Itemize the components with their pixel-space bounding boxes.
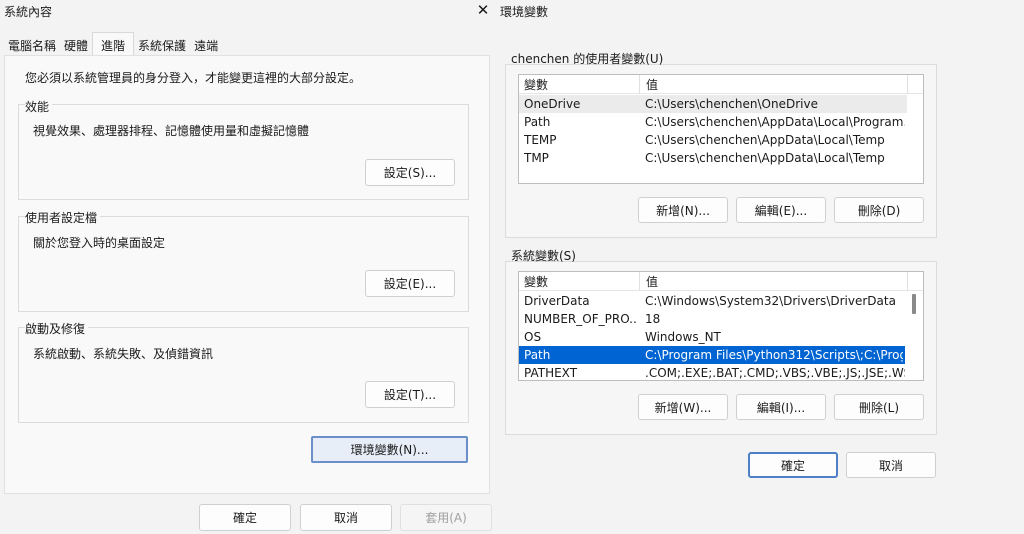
startup-recovery-group <box>18 327 469 423</box>
performance-settings-button[interactable]: 設定(S)... <box>365 159 455 186</box>
startup-recovery-group-title: 啟動及修復 <box>25 320 89 337</box>
tab-system-protection[interactable]: 系統保護 <box>134 34 190 55</box>
list-header: 變數 值 <box>519 75 923 94</box>
variable-name: OS <box>524 330 542 344</box>
variable-name: TMP <box>524 151 549 165</box>
variable-value: C:\Users\chenchen\AppData\Local\Temp <box>645 133 885 147</box>
variable-name: NUMBER_OF_PRO... <box>524 312 636 326</box>
variable-name: Path <box>524 115 551 129</box>
variable-value: C:\Windows\System32\Drivers\DriverData <box>645 294 896 308</box>
list-item[interactable]: TEMP C:\Users\chenchen\AppData\Local\Tem… <box>519 131 907 149</box>
variable-value: C:\Users\chenchen\AppData\Local\Program.… <box>645 115 905 129</box>
variable-name: DriverData <box>524 294 590 308</box>
system-delete-button[interactable]: 刪除(L) <box>834 394 924 420</box>
tab-remote[interactable]: 遠端 <box>190 34 222 55</box>
startup-recovery-description: 系統啟動、系統失敗、及偵錯資訊 <box>33 347 214 361</box>
column-header-value[interactable]: 值 <box>646 273 658 291</box>
system-variables-label: 系統變數(S) <box>511 249 576 263</box>
tab-computer-name[interactable]: 電腦名稱 <box>4 34 60 55</box>
list-item[interactable]: Path C:\Users\chenchen\AppData\Local\Pro… <box>519 113 907 131</box>
tab-strip: 電腦名稱 硬體 進階 系統保護 遠端 <box>4 32 222 55</box>
performance-description: 視覺效果、處理器排程、記憶體使用量和虛擬記憶體 <box>33 124 310 138</box>
performance-group-title: 效能 <box>25 98 53 115</box>
user-profiles-settings-button[interactable]: 設定(E)... <box>365 270 455 297</box>
env-dialog-title: 環境變數 <box>500 5 549 19</box>
user-profiles-group <box>18 216 469 312</box>
user-variables-list[interactable]: 變數 值 OneDrive C:\Users\chenchen\OneDrive… <box>518 74 924 184</box>
tab-hardware[interactable]: 硬體 <box>60 34 92 55</box>
apply-button[interactable]: 套用(A) <box>400 504 492 531</box>
user-new-button[interactable]: 新增(N)... <box>638 197 728 223</box>
column-header-variable[interactable]: 變數 <box>524 76 548 94</box>
variable-value: C:\Program Files\Python312\Scripts\;C:\P… <box>645 348 903 362</box>
column-separator[interactable] <box>639 75 640 94</box>
column-separator[interactable] <box>907 75 908 94</box>
list-header: 變數 值 <box>519 272 923 291</box>
startup-recovery-settings-button[interactable]: 設定(T)... <box>365 381 455 408</box>
ok-button[interactable]: 確定 <box>199 504 291 531</box>
dialog-title: 系統內容 <box>4 5 53 19</box>
variable-name: TEMP <box>524 133 557 147</box>
scrollbar-thumb[interactable] <box>912 294 916 314</box>
user-delete-button[interactable]: 刪除(D) <box>834 197 924 223</box>
list-item[interactable]: DriverData C:\Windows\System32\Drivers\D… <box>519 292 907 310</box>
cancel-button[interactable]: 取消 <box>300 504 392 531</box>
list-item[interactable]: NUMBER_OF_PRO... 18 <box>519 310 907 328</box>
env-cancel-button[interactable]: 取消 <box>846 452 936 478</box>
variable-value: 18 <box>645 312 661 326</box>
column-header-value[interactable]: 值 <box>646 76 658 94</box>
column-separator[interactable] <box>639 272 640 291</box>
column-separator[interactable] <box>907 272 908 291</box>
variable-name: OneDrive <box>524 97 581 111</box>
system-edit-button[interactable]: 編輯(I)... <box>736 394 826 420</box>
system-new-button[interactable]: 新增(W)... <box>638 394 728 420</box>
list-item-selected[interactable]: Path C:\Program Files\Python312\Scripts\… <box>519 346 905 364</box>
variable-value: C:\Users\chenchen\AppData\Local\Temp <box>645 151 885 165</box>
user-variables-label: chenchen 的使用者變數(U) <box>511 52 664 66</box>
env-ok-button[interactable]: 確定 <box>748 452 838 478</box>
system-variables-list[interactable]: 變數 值 DriverData C:\Windows\System32\Driv… <box>518 271 924 381</box>
list-item[interactable]: PATHEXT .COM;.EXE;.BAT;.CMD;.VBS;.VBE;.J… <box>519 364 907 380</box>
user-edit-button[interactable]: 編輯(E)... <box>736 197 826 223</box>
variable-value: C:\Users\chenchen\OneDrive <box>645 97 818 111</box>
admin-note: 您必須以系統管理員的身分登入，才能變更這裡的大部分設定。 <box>25 71 362 85</box>
environment-variables-button[interactable]: 環境變數(N)... <box>311 436 468 463</box>
list-item[interactable]: TMP C:\Users\chenchen\AppData\Local\Temp <box>519 149 907 167</box>
variable-value: Windows_NT <box>645 330 721 344</box>
close-icon[interactable]: ✕ <box>475 1 491 19</box>
list-item[interactable]: OneDrive C:\Users\chenchen\OneDrive <box>519 95 907 113</box>
variable-name: Path <box>524 348 551 362</box>
tab-advanced[interactable]: 進階 <box>92 32 135 55</box>
variable-name: PATHEXT <box>524 366 578 380</box>
user-profiles-group-title: 使用者設定檔 <box>25 209 101 226</box>
list-item[interactable]: OS Windows_NT <box>519 328 907 346</box>
user-profiles-description: 關於您登入時的桌面設定 <box>33 236 166 250</box>
variable-value: .COM;.EXE;.BAT;.CMD;.VBS;.VBE;.JS;.JSE;.… <box>645 366 905 380</box>
column-header-variable[interactable]: 變數 <box>524 273 548 291</box>
